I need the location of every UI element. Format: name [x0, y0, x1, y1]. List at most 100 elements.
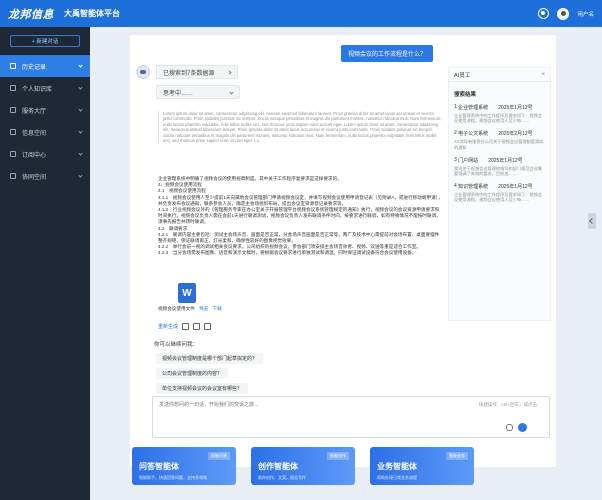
search-result-item[interactable]: 2 电子公文系统 2025年2月12号 XX领导有限责任公司关于视频会议管理制度… — [449, 128, 550, 154]
sidebar: + 新建对话 历史记录 个人知识库 服务大厅 信息空间 订阅中心 协同空间 — [0, 27, 90, 500]
main-area: 视频会议的工作流程是什么？ 已搜索到7条数据源 思考中…… Lorem ipsu… — [90, 27, 602, 500]
result-desc: 企业管理系统中的工作程序及要求如下：视频会议使用流程。视频会议使用人至少每…… — [454, 192, 542, 203]
answer-line: 4.1.1 视频会议使用人至少提前1天向属地会议管理部门申请视频会议室，并填写视… — [158, 194, 443, 206]
answer-text: 企业管理系统中明确了视频会议的使用规章制度。其中关于工作程序复要求是这样要求的。… — [158, 176, 443, 257]
send-button[interactable] — [518, 423, 527, 432]
agent-title: 业务智能体 — [377, 462, 417, 471]
result-date: 2025年2月12号 — [498, 131, 533, 138]
sidebar-item-label: 协同空间 — [22, 174, 47, 181]
agent-desc: 助你创作，文案，报告写作 — [258, 475, 306, 480]
search-sources-pill[interactable]: 已搜索到7条数据源 — [156, 65, 239, 79]
search-result-item[interactable]: 4 知识管理系统 2025年1月12号 企业管理系统中的工作程序及要求如下：视频… — [449, 181, 550, 207]
top-header: 龙邦信息 大禹智能体平台 用户名 — [0, 0, 602, 27]
agent-card-creation[interactable]: 智能创作 创作智能体 助你创作，文案，报告写作 — [251, 447, 355, 485]
agent-card-qa[interactable]: 智能问答 问答智能体 智能助手，快速回答问题，支持多领域 — [132, 447, 236, 485]
answer-line: 4.1.2 行业视频会议外的《管理服务专家在办公室关于开展管理平台视频会议系统管… — [158, 207, 441, 225]
thumbs-up-icon[interactable] — [193, 323, 201, 330]
thinking-text: Lorem ipsum dolor sit amet, consectetur … — [158, 111, 443, 144]
gear-icon[interactable] — [538, 8, 550, 19]
regenerate-button[interactable]: 重新生成 — [158, 323, 178, 330]
username[interactable]: 用户名 — [577, 10, 594, 18]
agent-desc: 智能助手，快速回答问题，支持多领域 — [139, 475, 207, 480]
sidebar-item-label: 订阅中心 — [22, 152, 47, 159]
result-index: 2 — [454, 130, 457, 137]
sidebar-item-history[interactable]: 历史记录 — [0, 55, 90, 77]
close-icon[interactable]: × — [541, 72, 545, 78]
avatar[interactable] — [557, 7, 570, 20]
answer-line: 4.2.1 联调内容主要包括：测试主会场声音、画面是否正常，分会场声音画面是否正… — [158, 231, 440, 244]
thinking-pill[interactable]: 思考中…… — [156, 85, 240, 99]
chat-input[interactable] — [159, 401, 409, 411]
search-sources-label: 已搜索到7条数据源 — [163, 70, 215, 77]
message-actions: 重新生成 — [158, 323, 212, 330]
result-index: 1 — [454, 104, 457, 110]
new-chat-button[interactable]: + 新建对话 — [10, 35, 80, 47]
chevron-down-icon — [78, 85, 83, 90]
service-icon — [10, 107, 16, 113]
book-icon — [10, 85, 16, 91]
search-results-panel: AI员工 × 搜索结果 1 企业管理系统 2025年1月12号 企业管理系统中的… — [448, 67, 551, 321]
download-link[interactable]: 下载 — [213, 306, 222, 311]
search-result-item[interactable]: 1 企业管理系统 2025年1月12号 企业管理系统中的工作程序及要求如下：视频… — [449, 102, 550, 128]
file-attachment: W 视频会议使用文件 预览 下载 — [158, 283, 222, 312]
agent-title: 创作智能体 — [258, 462, 298, 471]
panel-title: 搜索结果 — [454, 92, 477, 98]
followup-question[interactable]: 单位支持视频会议的会议室有哪些？ — [156, 383, 249, 394]
agent-tag: 智能创作 — [327, 452, 349, 460]
followup-question[interactable]: 视频会议管理制度是哪个部门起草拟定的？ — [156, 353, 264, 364]
chevron-right-icon — [227, 69, 232, 75]
word-file-icon: W — [178, 283, 196, 303]
sidebar-item-label: 信息空间 — [22, 130, 47, 137]
result-name: 知识管理系统 — [458, 184, 489, 191]
result-index: 4 — [454, 183, 457, 190]
result-name: 企业管理系统 — [458, 105, 489, 111]
thinking-label: 思考中…… — [163, 90, 194, 97]
result-desc: XX领导有限责任公司关于视频会议管理制度落实的通知 — [454, 139, 544, 150]
thumbs-down-icon[interactable] — [204, 323, 212, 330]
search-result-item[interactable]: 3 门户网站 2025年1月12号 我司关于视频会议管理的指导和部门规范会议需要… — [449, 155, 550, 181]
copy-icon[interactable] — [182, 323, 190, 330]
shortcut-hint: 快捷操作：ctrl+回车，或点击 — [478, 402, 537, 407]
result-date: 2025年1月12号 — [488, 157, 523, 164]
sidebar-item-subscription[interactable]: 订阅中心 — [0, 143, 90, 165]
sidebar-item-service-hall[interactable]: 服务大厅 — [0, 99, 90, 121]
answer-line: 4.2.3 当分会场需发布图像、语音和演示文稿时，要根据会议要求进行单独测试和调… — [158, 250, 417, 256]
agent-tag: 智能问答 — [208, 452, 230, 460]
preview-link[interactable]: 预览 — [199, 306, 208, 311]
result-desc: 我司关于视频会议管理的指导和部门规范会议需要强调了有效的要求，目前加…… — [454, 165, 542, 177]
chevron-down-icon — [78, 63, 83, 68]
sidebar-item-knowledge-base[interactable]: 个人知识库 — [0, 77, 90, 99]
header-actions: 用户名 — [538, 7, 594, 20]
user-message: 视频会议的工作流程是什么？ — [340, 45, 433, 62]
followup-question[interactable]: 公司会议管理制度的内容？ — [156, 368, 229, 379]
agent-desc: 帮助处理日常业务流程 — [377, 475, 417, 480]
history-icon — [10, 63, 16, 69]
sidebar-item-label: 服务大厅 — [22, 108, 47, 115]
result-date: 2025年1月12号 — [498, 184, 533, 191]
chevron-down-icon — [229, 89, 234, 95]
result-index: 3 — [454, 156, 457, 163]
file-name: 视频会议使用文件 — [158, 306, 195, 311]
info-icon — [10, 129, 16, 135]
sidebar-item-collab-space[interactable]: 协同空间 — [0, 165, 90, 187]
input-actions — [506, 423, 527, 432]
sidebar-item-info-space[interactable]: 信息空间 — [0, 121, 90, 143]
collapse-panel-button[interactable] — [588, 213, 596, 229]
chat-panel: 视频会议的工作流程是什么？ 已搜索到7条数据源 思考中…… Lorem ipsu… — [130, 35, 556, 467]
result-date: 2025年1月12号 — [498, 105, 533, 111]
bot-avatar-icon — [136, 65, 150, 79]
chevron-down-icon — [78, 107, 83, 112]
sidebar-item-label: 个人知识库 — [22, 86, 53, 93]
agent-title: 问答智能体 — [139, 462, 179, 471]
agent-card-business[interactable]: 智能业务 业务智能体 帮助处理日常业务流程 — [370, 447, 474, 485]
panel-header-label: AI员工 — [454, 72, 471, 79]
agent-tag: 智能业务 — [446, 452, 468, 460]
subscribe-icon — [10, 151, 16, 157]
chevron-down-icon — [78, 151, 83, 156]
result-name: 门户网站 — [458, 157, 479, 164]
sidebar-item-label: 历史记录 — [22, 64, 47, 71]
attach-icon[interactable] — [506, 424, 513, 431]
app-title: 大禹智能体平台 — [64, 9, 120, 18]
chevron-down-icon — [78, 129, 83, 134]
panel-header: AI员工 × — [449, 68, 550, 82]
